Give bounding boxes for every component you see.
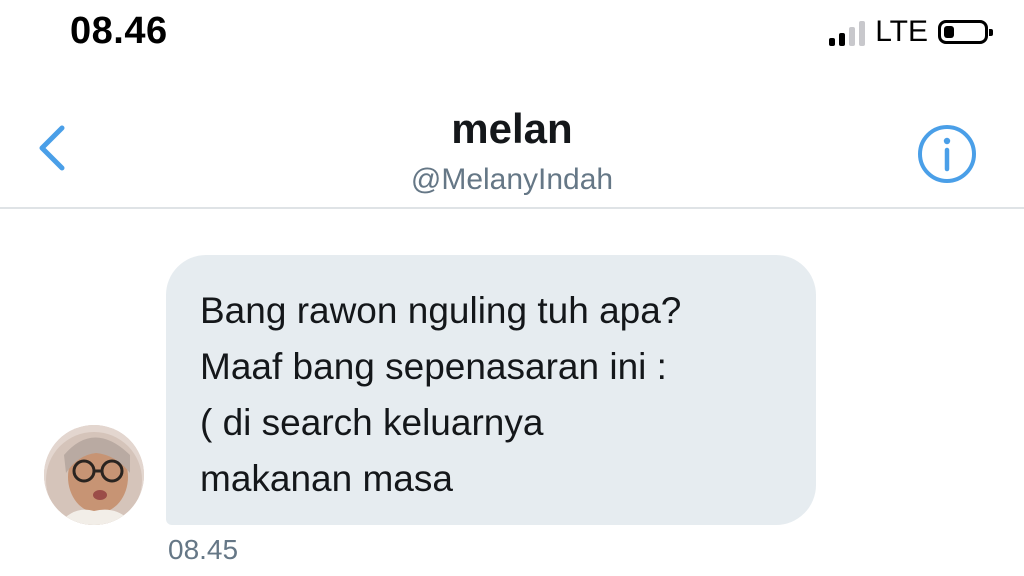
battery-icon [938, 20, 993, 44]
avatar[interactable] [44, 425, 144, 525]
signal-icon [829, 18, 866, 46]
conversation-header: melan @MelanyIndah [0, 104, 1024, 200]
status-indicators: LTE [829, 14, 993, 50]
conversation-name[interactable]: melan [0, 104, 1024, 154]
conversation-handle: @MelanyIndah [410, 163, 614, 196]
message-bubble[interactable]: Bang rawon nguling tuh apa? Maaf bang se… [166, 255, 816, 525]
info-button[interactable] [916, 123, 978, 185]
message-line: makanan masa [200, 458, 453, 499]
message-timestamp: 08.45 [168, 534, 239, 565]
info-icon [918, 125, 976, 183]
status-time: 08.46 [70, 10, 168, 52]
message-text: Bang rawon nguling tuh apa? Maaf bang se… [200, 283, 786, 507]
network-type: LTE [875, 15, 928, 48]
avatar-image [44, 425, 144, 525]
message-line: Maaf bang sepenasaran ini : [200, 346, 667, 387]
header-divider [0, 207, 1024, 209]
message-line: ( di search keluarnya [200, 402, 544, 443]
message-line: Bang rawon nguling tuh apa? [200, 290, 682, 331]
dm-conversation-screen: 08.46 LTE melan @MelanyIndah Bang rawon … [0, 0, 1024, 576]
